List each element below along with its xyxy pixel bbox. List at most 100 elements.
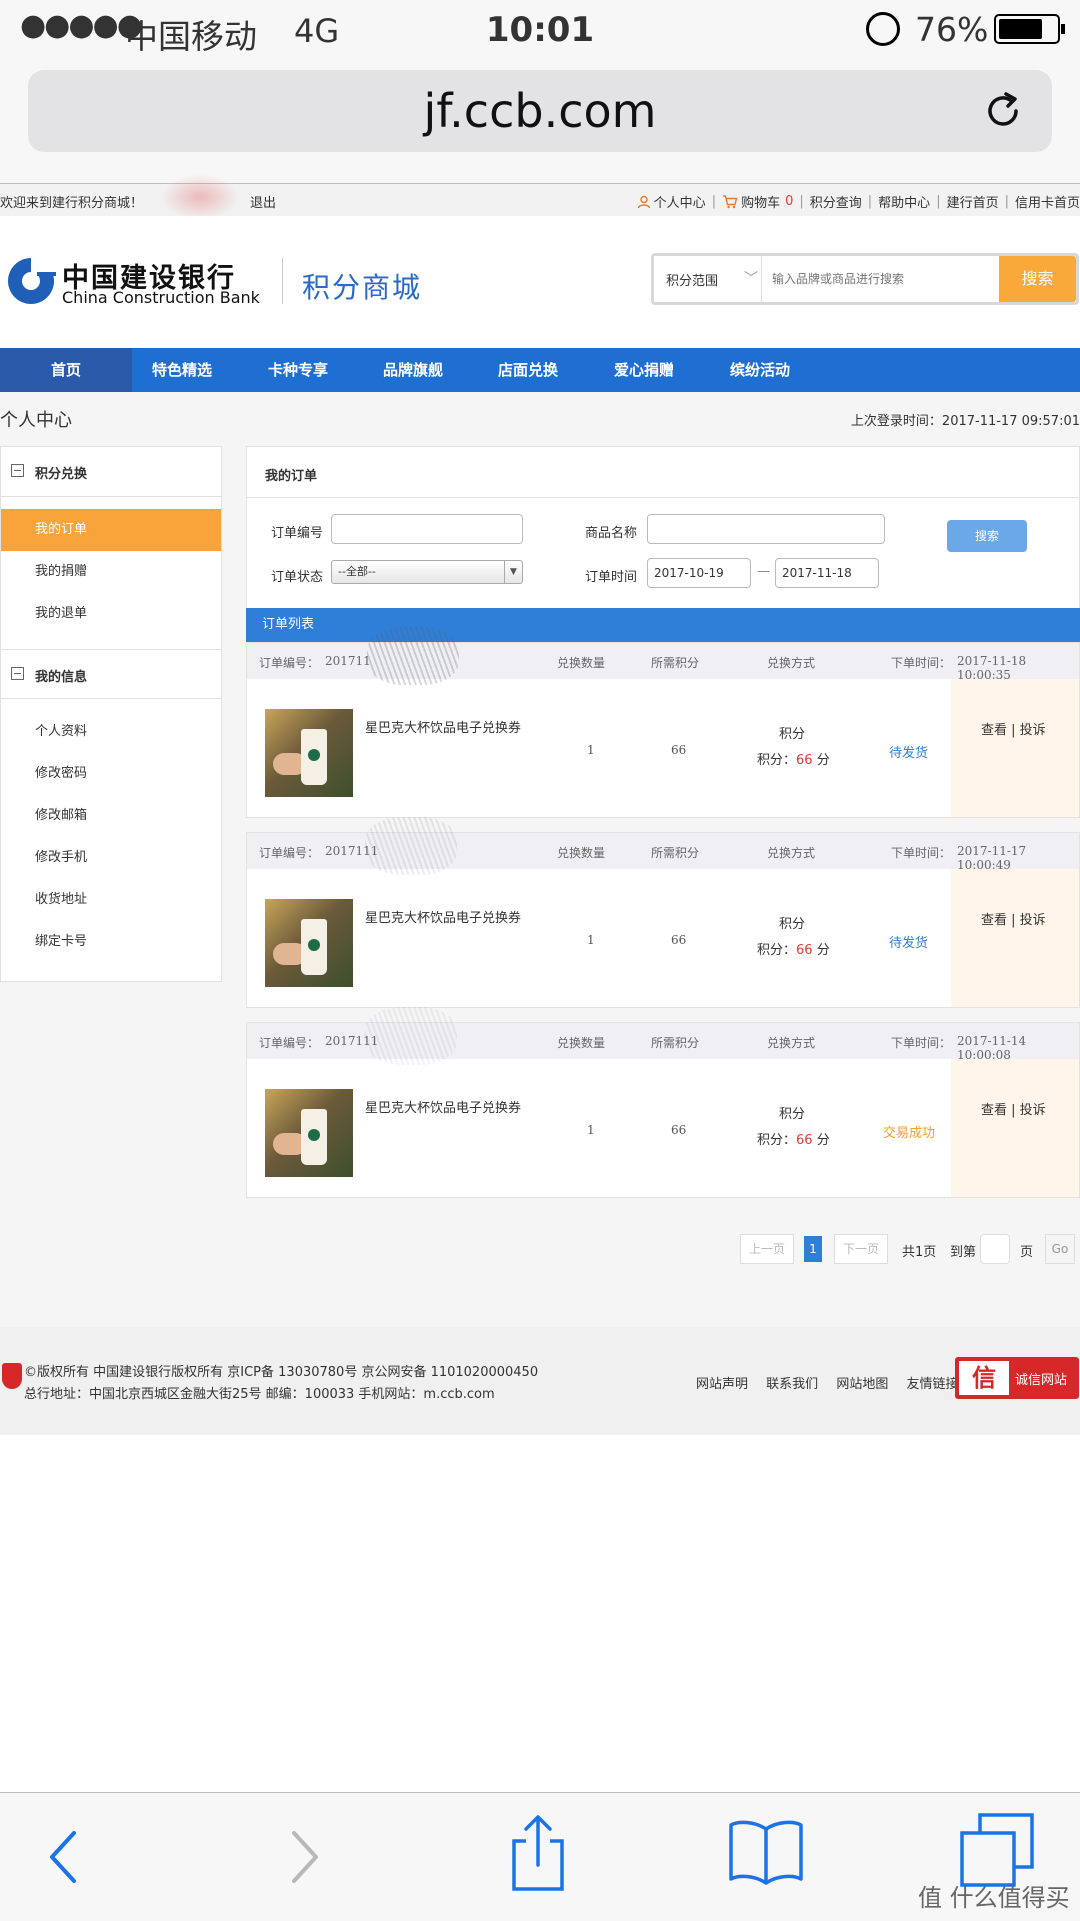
current-page[interactable]: 1 [804, 1236, 822, 1262]
order-card-body: 星巴克大杯饮品电子兑换券 1 66 积分 积分：66 分 待发货 查看 | 投诉 [247, 869, 1079, 1007]
nav-item-home[interactable]: 首页 [0, 348, 132, 392]
sidebar-item-address[interactable]: 收货地址 [1, 879, 221, 921]
address-bar[interactable]: jf.ccb.com [28, 70, 1052, 152]
battery-fill [999, 19, 1042, 39]
order-points: 66 [671, 933, 687, 947]
search-input[interactable] [764, 256, 954, 302]
product-thumbnail[interactable] [265, 1089, 353, 1177]
footer-link-friends[interactable]: 友情链接 [906, 1377, 958, 1392]
qty-header: 兑换数量 [557, 1036, 606, 1050]
order-card: 订单编号： 201711 兑换数量 所需积分 兑换方式 下单时间： 2017-1… [246, 627, 1080, 818]
order-status-value: --全部-- [338, 565, 376, 578]
panel-header: 我的订单 [246, 446, 1080, 498]
order-no-prefix: 订单编号： [259, 846, 320, 860]
ccb-home-link[interactable]: 建行首页 [947, 192, 999, 211]
date-to-input[interactable]: 2017-11-18 [775, 558, 879, 588]
order-time-prefix: 下单时间： [891, 846, 952, 860]
trust-badge[interactable]: 信 诚信网站 [955, 1357, 1079, 1399]
goto-label: 到第 [950, 1245, 977, 1260]
view-complain-links[interactable]: 查看 | 投诉 [981, 719, 1046, 738]
search-scope-select[interactable]: 积分范围 [666, 270, 718, 289]
collapse-icon[interactable] [11, 464, 24, 477]
search-button[interactable]: 搜索 [999, 256, 1076, 302]
sidebar-item-change-password[interactable]: 修改密码 [1, 753, 221, 795]
sidebar-item-profile[interactable]: 个人资料 [1, 711, 221, 753]
starbucks-logo-icon [308, 1129, 320, 1141]
product-thumbnail[interactable] [265, 899, 353, 987]
order-no-label: 订单编号 [271, 526, 324, 541]
product-name[interactable]: 星巴克大杯饮品电子兑换券 [365, 907, 521, 926]
exchange-mode: 积分 [779, 727, 806, 742]
sidebar-item-change-email[interactable]: 修改邮箱 [1, 795, 221, 837]
logout-link[interactable]: 退出 [250, 192, 276, 211]
sidebar-item-bind-card[interactable]: 绑定卡号 [1, 921, 221, 963]
points-paid: 积分：66 分 [757, 1129, 830, 1148]
footer-link-contact[interactable]: 联系我们 [766, 1377, 818, 1392]
go-button[interactable]: Go [1045, 1234, 1075, 1264]
product-name-label: 商品名称 [585, 526, 638, 541]
cart-icon [723, 194, 738, 208]
battery-percent: 76% [915, 10, 989, 49]
order-card-header: 订单编号： 2017111 兑换数量 所需积分 兑换方式 下单时间： 2017-… [247, 817, 1079, 875]
order-status-select[interactable]: --全部-- ▼ [331, 560, 523, 584]
nav-item-activities[interactable]: 缤纷活动 [710, 348, 810, 392]
site-header: 中国建设银行 China Construction Bank 积分商城 积分范围… [0, 216, 1080, 348]
product-name-input[interactable] [647, 514, 885, 544]
back-icon[interactable] [44, 1827, 84, 1887]
next-page-button[interactable]: 下一页 [834, 1234, 888, 1264]
order-time-prefix: 下单时间： [891, 656, 952, 670]
site-search: 积分范围 ﹀ 搜索 [651, 253, 1079, 305]
nav-item-featured[interactable]: 特色精选 [132, 348, 232, 392]
url-text[interactable]: jf.ccb.com [28, 84, 1052, 138]
help-center-link[interactable]: 帮助中心 [878, 192, 930, 211]
points-query-link[interactable]: 积分查询 [810, 192, 862, 211]
nav-item-card-exclusive[interactable]: 卡种专享 [248, 348, 348, 392]
points-header: 所需积分 [651, 846, 700, 860]
bookmarks-icon[interactable] [728, 1819, 804, 1885]
filter-search-button[interactable]: 搜索 [947, 520, 1027, 552]
cart-link[interactable]: 购物车 [741, 192, 780, 211]
view-complain-links[interactable]: 查看 | 投诉 [981, 909, 1046, 928]
chevron-down-icon[interactable]: ﹀ [744, 268, 758, 288]
footer-link-statement[interactable]: 网站声明 [696, 1377, 748, 1392]
nav-item-store-exchange[interactable]: 店面兑换 [478, 348, 578, 392]
redaction-scribble [367, 627, 459, 685]
nav-item-charity[interactable]: 爱心捐赠 [594, 348, 694, 392]
goto-page-input[interactable] [980, 1234, 1010, 1264]
nav-item-brand-flagship[interactable]: 品牌旗舰 [363, 348, 463, 392]
user-icon [637, 195, 650, 208]
sidebar-item-my-orders[interactable]: 我的订单 [1, 509, 221, 551]
chevron-down-icon[interactable]: ▼ [504, 561, 522, 583]
reload-icon[interactable] [982, 90, 1024, 132]
points-paid-label: 积分： [757, 1133, 797, 1148]
order-card-header: 订单编号： 2017111 兑换数量 所需积分 兑换方式 下单时间： 2017-… [247, 1007, 1079, 1065]
collapse-icon[interactable] [11, 667, 24, 680]
sidebar-section-points[interactable]: 积分兑换 [1, 447, 221, 497]
mode-header: 兑换方式 [767, 846, 816, 860]
view-complain-links[interactable]: 查看 | 投诉 [981, 1099, 1046, 1118]
sidebar-item-my-donations[interactable]: 我的捐赠 [1, 551, 221, 593]
ccb-logo-icon[interactable] [6, 256, 56, 306]
sidebar-section-title: 积分兑换 [35, 467, 88, 482]
page-unit-label: 页 [1020, 1245, 1034, 1260]
product-name[interactable]: 星巴克大杯饮品电子兑换券 [365, 1097, 521, 1116]
browser-chrome: jf.ccb.com [0, 60, 1080, 184]
credit-card-home-link[interactable]: 信用卡首页 [1015, 192, 1080, 211]
product-thumbnail[interactable] [265, 709, 353, 797]
forward-icon[interactable] [284, 1827, 324, 1887]
sidebar-item-my-returns[interactable]: 我的退单 [1, 593, 221, 635]
mode-header: 兑换方式 [767, 656, 816, 670]
order-no-input[interactable] [331, 514, 523, 544]
personal-center-link[interactable]: 个人中心 [654, 192, 706, 211]
date-from-input[interactable]: 2017-10-19 [647, 558, 751, 588]
redaction-scribble [365, 1007, 457, 1065]
order-qty: 1 [587, 743, 595, 757]
share-icon[interactable] [508, 1813, 568, 1893]
prev-page-button[interactable]: 上一页 [740, 1234, 794, 1264]
order-card-header: 订单编号： 201711 兑换数量 所需积分 兑换方式 下单时间： 2017-1… [247, 627, 1079, 685]
product-name[interactable]: 星巴克大杯饮品电子兑换券 [365, 717, 521, 736]
sidebar-section-info[interactable]: 我的信息 [1, 649, 221, 699]
footer-link-sitemap[interactable]: 网站地图 [836, 1377, 888, 1392]
site-footer: ©版权所有 中国建设银行版权所有 京ICP备 13030780号 京公网安备 1… [0, 1327, 1080, 1435]
sidebar-item-change-phone[interactable]: 修改手机 [1, 837, 221, 879]
